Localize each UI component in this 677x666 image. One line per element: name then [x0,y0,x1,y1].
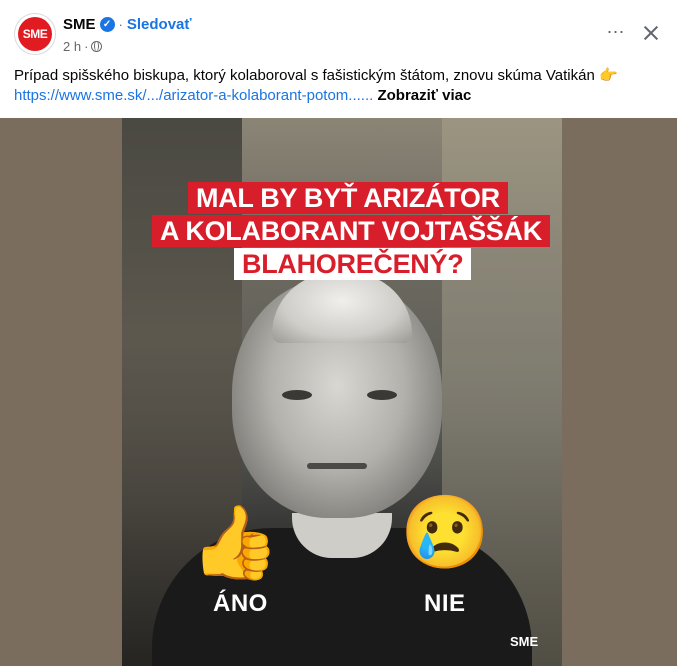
mouth [307,463,367,469]
choice-yes-label: ÁNO [213,590,268,617]
see-more-button[interactable]: Zobraziť viac [377,87,471,104]
thumbs-up-icon: 👍 [190,503,280,583]
headline-line-2: A KOLABORANT VOJTAŠŠÁK [152,215,550,247]
post-time[interactable]: 2 h [63,39,81,54]
logo-text: SME [22,27,48,41]
globe-icon[interactable] [91,40,103,52]
post-header: SME SME ✓ · Sledovať 2 h · ⋯ [0,0,677,64]
post-image[interactable]: MAL BY BYŤ ARIZÁTOR A KOLABORANT VOJTAŠŠ… [0,118,677,666]
post-meta: 2 h · [63,38,103,54]
page-avatar[interactable]: SME [14,13,56,55]
headline-line-1: MAL BY BYŤ ARIZÁTOR [188,182,508,214]
article-link[interactable]: https://www.sme.sk/.../arizator-a-kolabo… [14,87,373,104]
right-eye [367,390,397,400]
pointing-hand-icon: 👉 [598,67,618,84]
post-text: Prípad spišského biskupa, ktorý kolaboro… [14,67,595,84]
headline-line-3: BLAHOREČENÝ? [234,248,472,280]
left-eye [282,390,312,400]
verified-badge-icon: ✓ [99,16,115,32]
zucchetto [272,273,412,343]
separator: · [118,16,123,32]
follow-button[interactable]: Sledovať [127,16,192,33]
post-body: Prípad spišského biskupa, ktorý kolaboro… [14,66,674,106]
sme-watermark: SME [510,634,539,649]
page-name[interactable]: SME [63,16,96,33]
meta-separator: · [84,38,89,54]
crying-face-icon: 😢 [400,493,490,573]
sme-logo: SME [18,17,52,51]
choice-no-label: NIE [424,590,466,617]
more-options-button[interactable]: ⋯ [602,20,630,48]
close-icon[interactable] [637,20,665,48]
name-row: SME ✓ · Sledovať [63,14,192,34]
